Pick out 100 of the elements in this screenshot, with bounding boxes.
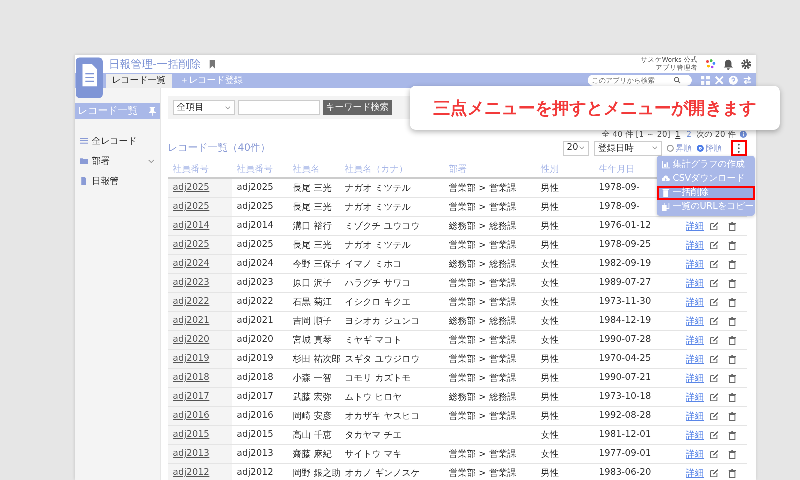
detail-link[interactable]: 詳細 [686,276,710,290]
nav-tab[interactable]: レコード一覧 [106,74,172,88]
bookmark-icon[interactable] [208,60,216,68]
sidebar-title: レコード一覧 [78,105,138,118]
detail-link[interactable]: 詳細 [686,220,710,232]
table-cell-text: 武藤 宏弥 [293,392,332,404]
trash-icon[interactable] [728,316,737,326]
list-title: レコード一覧（40件） [168,142,271,155]
caret-icon [225,106,231,110]
table-cell-text: 男性 [541,240,559,252]
trash-icon[interactable] [728,240,737,250]
edit-icon[interactable] [710,240,719,250]
detail-link[interactable]: 詳細 [686,314,710,328]
trash-icon[interactable] [728,430,737,440]
table-cell: 1973-11-30 [599,297,652,307]
keyword-search-button[interactable]: キーワード検索 [323,100,392,115]
table-cell: adj2012 [237,468,274,478]
edit-icon[interactable] [710,468,719,478]
edit-icon[interactable] [710,374,719,382]
table-cell: adj2022 [237,297,274,307]
table-cell-text: 営業部 > 営業課 [449,410,516,422]
edit-icon[interactable] [710,336,719,344]
detail-link[interactable]: 詳細 [686,352,710,366]
table-cell: adj2025 [237,183,274,193]
detail-link[interactable]: 詳細 [686,410,710,422]
trash-icon[interactable] [728,278,737,288]
per-page-select[interactable]: 20 [563,140,589,156]
table-cell-text: サイトウ マキ [345,448,402,460]
detail-link[interactable]: 詳細 [686,448,710,460]
edit-icon[interactable] [710,260,719,268]
table-cell: 1982-09-19 [599,259,652,269]
trash-icon[interactable] [728,468,737,478]
sidebar-item[interactable]: 日報管 [75,171,160,191]
table-cell-text: オカノ ギンノスケ [345,468,420,480]
caret-icon [652,146,658,150]
sort-field-select[interactable]: 登録日時 [594,140,662,156]
edit-icon[interactable] [710,450,719,458]
table-cell: 1977-09-01 [599,449,652,459]
info-icon[interactable] [740,130,747,138]
detail-link[interactable]: 詳細 [686,334,710,346]
table-cell: 1978-09- [599,202,640,212]
edit-icon[interactable] [710,412,719,420]
edit-icon[interactable] [710,222,719,230]
bell-icon[interactable] [723,58,734,70]
trash-icon[interactable] [728,354,737,364]
table-cell-text: ムトウ ヒロヤ [345,392,402,404]
record-count: 全 40 件 [1 ～ 20] [602,128,671,140]
detail-link[interactable]: 詳細 [686,428,710,442]
table-cell: 1981-12-01 [599,430,652,440]
table-cell: 1990-07-28 [599,335,652,345]
edit-icon[interactable] [710,354,719,364]
table-cell-text: タカヤマ チエ [345,430,402,442]
edit-icon[interactable] [710,278,719,288]
sidebar-item[interactable]: 部署 [75,151,160,171]
next-page-link[interactable]: 次の 20 件 [696,128,736,140]
edit-icon[interactable] [710,316,719,326]
field-select[interactable]: 全項目 [173,100,235,115]
edit-icon[interactable] [710,392,719,402]
detail-link[interactable]: 詳細 [686,390,710,404]
table-cell-text: 営業部 > 営業課 [449,448,516,460]
column-header: 社員番号 [237,164,273,176]
column-header: 社員名（カナ） [345,164,408,176]
table-cell-text: 岡崎 安彦 [293,410,332,422]
detail-link[interactable]: 詳細 [686,258,710,270]
edit-icon[interactable] [710,430,719,440]
table-cell-text: 長尾 三光 [293,182,332,194]
trash-icon[interactable] [728,412,737,420]
trash-icon[interactable] [728,392,737,402]
trash-icon[interactable] [728,298,737,306]
column-header: 生年月日 [599,164,635,176]
keyword-input[interactable] [238,100,320,115]
table-cell-text: 女性 [541,296,559,308]
table-cell: 1976-01-12 [599,221,652,231]
detail-link[interactable]: 詳細 [686,372,710,384]
table-cell-text: 男性 [541,468,559,480]
trash-icon[interactable] [728,222,737,230]
caret-icon [579,146,585,150]
page-link[interactable]: 1 [674,130,682,138]
sidebar-item[interactable]: 全レコード [75,131,160,151]
table-cell-text: 男性 [541,182,559,194]
detail-link[interactable]: 詳細 [686,238,710,252]
trash-icon[interactable] [728,336,737,344]
trash-icon[interactable] [728,374,737,382]
trash-icon[interactable] [728,260,737,268]
trash-icon[interactable] [728,450,737,458]
table-cell-text: 女性 [541,316,559,328]
detail-link[interactable]: 詳細 [686,466,710,480]
table-cell-text: 営業部 > 営業課 [449,278,516,290]
column-header: 社員番号 [173,164,209,176]
apps-dots-icon[interactable] [705,58,716,70]
table-cell-text: 高山 千恵 [293,430,332,442]
settings-icon[interactable] [741,58,752,70]
table-cell-text: 小森 一智 [293,372,332,384]
table-cell-text: 総務部 > 総務課 [449,258,516,270]
bar-chart-icon [662,161,670,169]
edit-icon[interactable] [710,298,719,306]
detail-link[interactable]: 詳細 [686,296,710,308]
more-menu-button[interactable] [731,140,747,156]
table-cell: adj2023 [237,278,274,288]
table-cell-text: コモリ カズトモ [345,372,411,384]
